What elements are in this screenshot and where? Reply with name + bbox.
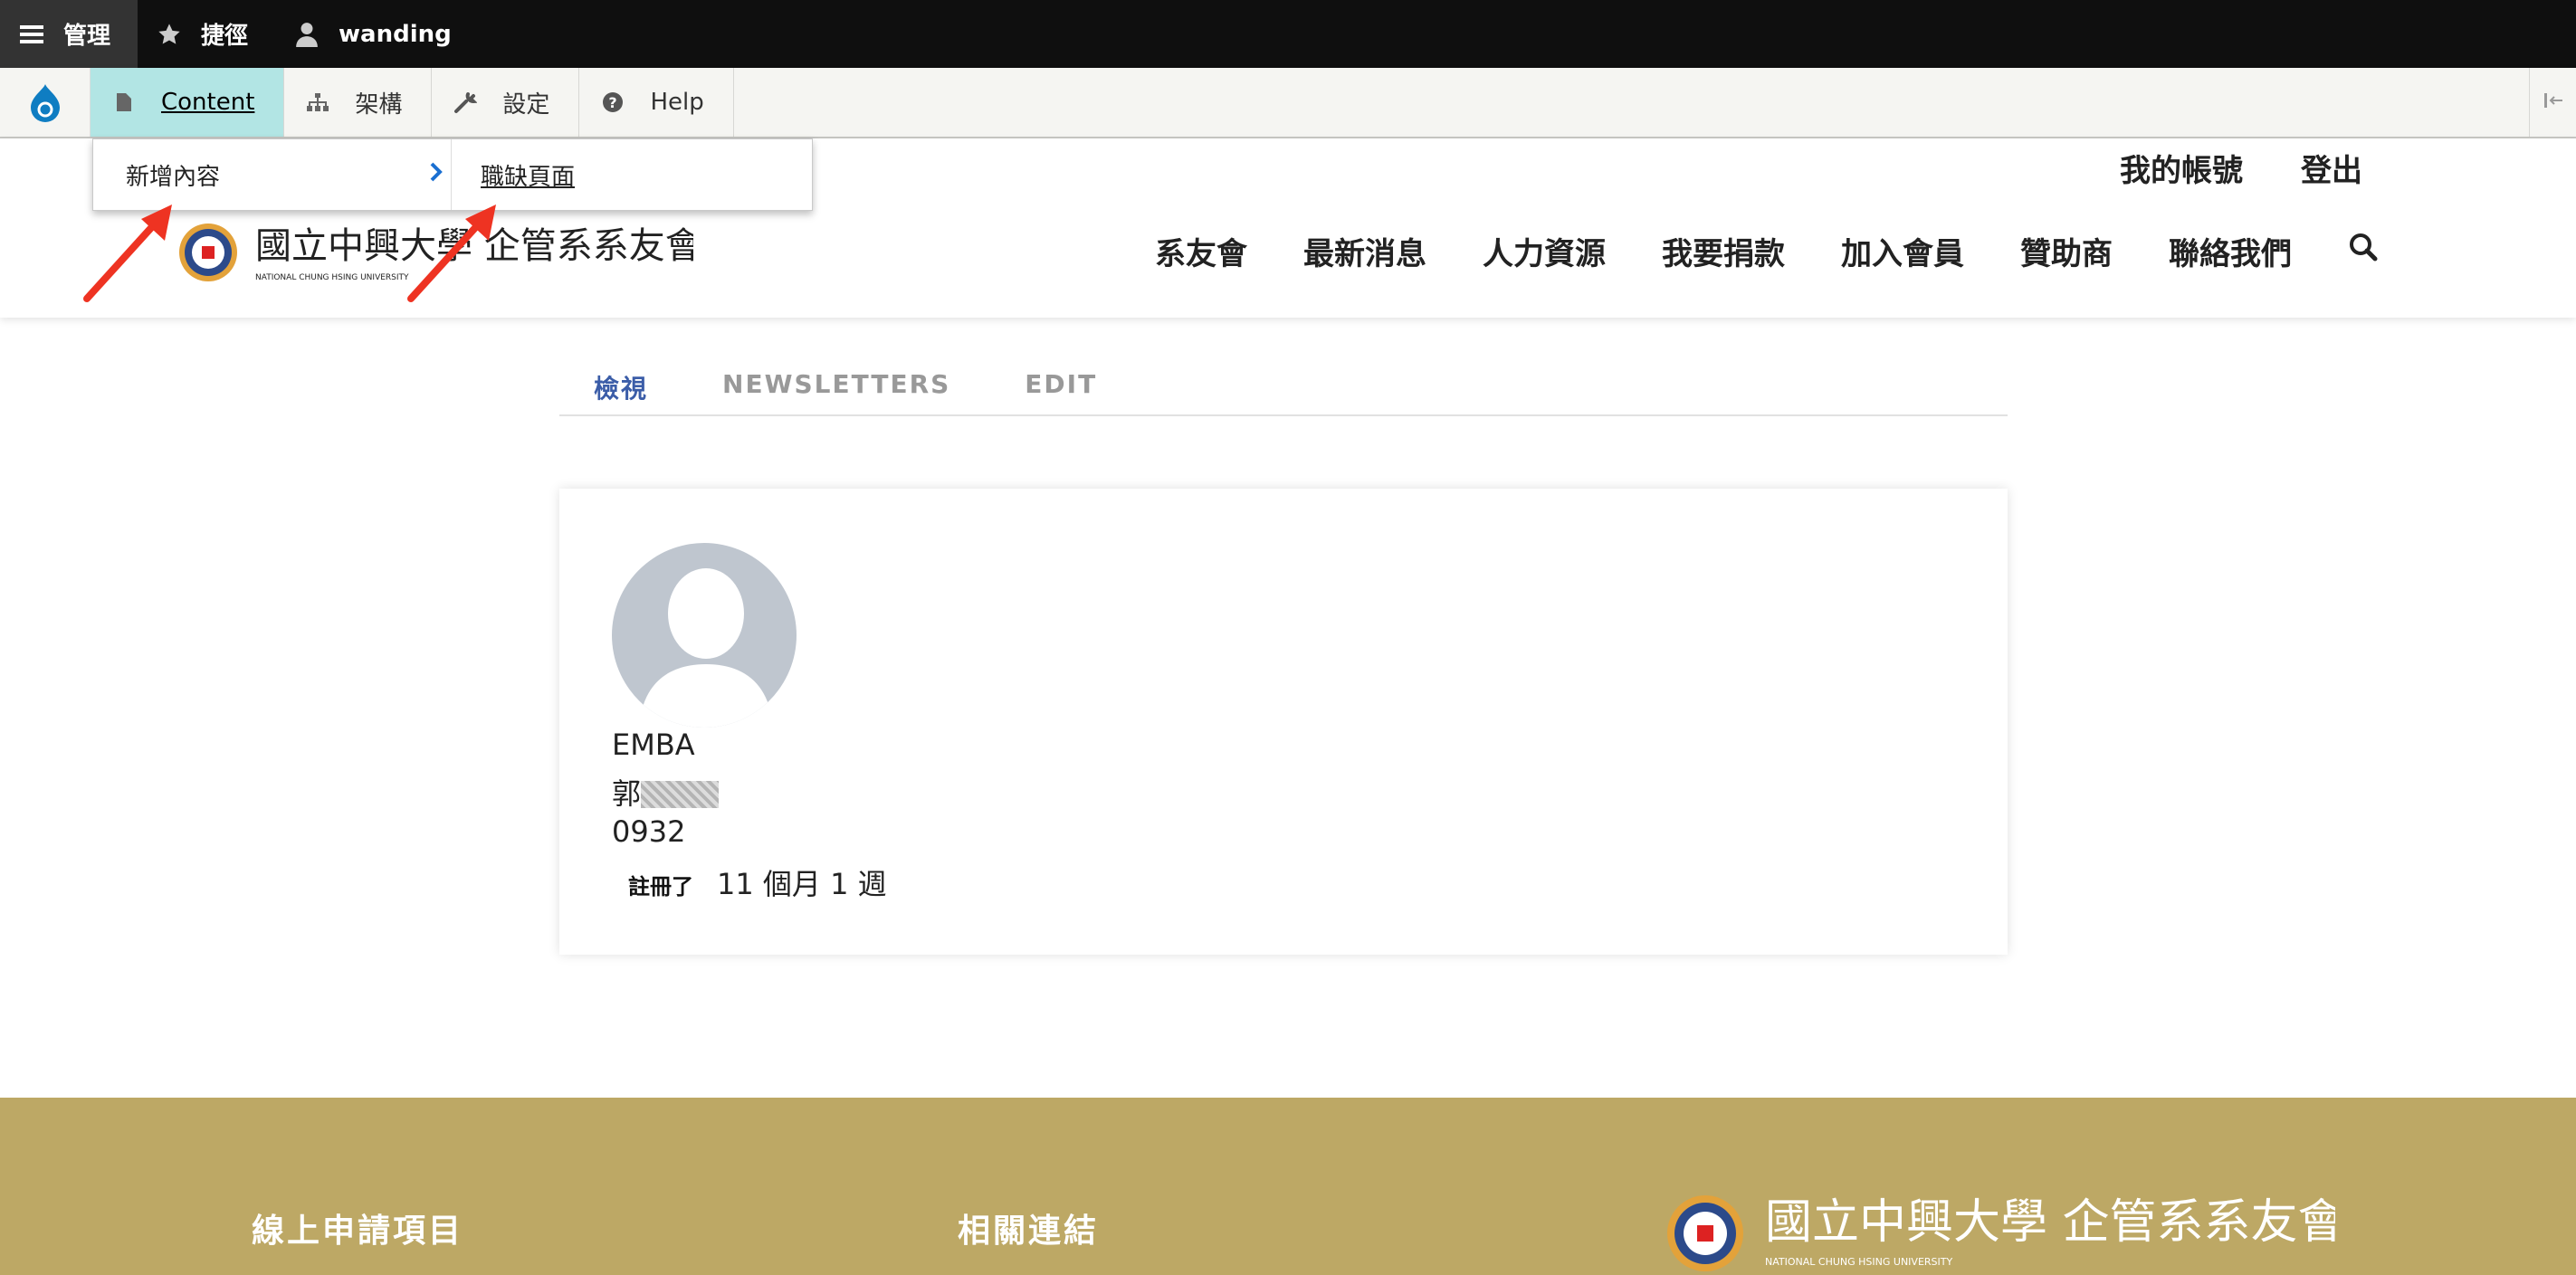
nav-item-alumni[interactable]: 系友會 [1155,229,1247,273]
svg-text:?: ? [609,94,617,111]
tray-item-help[interactable]: ? Help [579,68,734,137]
annotation-arrow-icon [407,205,496,302]
footer-logo[interactable]: 國立中興大學 企管系系友會 NATIONAL CHUNG HSING UNIVE… [1665,1184,2345,1274]
star-icon [154,19,185,50]
tray-item-label: 架構 [355,90,403,119]
admin-tray: Content 架構 設定 ? Help [0,68,2576,138]
manage-menu-button[interactable]: 管理 [0,0,138,68]
profile-card: EMBA 郭 0932 註冊了 11 個月 1 週 [559,489,2008,955]
avatar [612,543,797,728]
add-content-label: 新增內容 [126,163,221,191]
wrench-icon [452,89,479,116]
manage-label: 管理 [63,23,111,50]
member-for-value: 11 個月 1 週 [717,867,887,901]
chevron-right-icon [429,161,444,189]
nav-item-news[interactable]: 最新消息 [1303,229,1426,273]
shortcuts-label: 捷徑 [201,23,249,50]
user-menu-button[interactable]: wanding [275,0,479,68]
footer-logo-subtext: NATIONAL CHUNG HSING UNIVERSITY [1765,1256,1952,1268]
admin-toolbar: 管理 捷徑 wanding [0,0,2576,68]
username-label: wanding [339,20,452,48]
tray-item-settings[interactable]: 設定 [432,68,580,137]
program-text: EMBA [612,728,695,762]
nav-item-join[interactable]: 加入會員 [1841,229,1964,273]
phone-text: 0932 [612,814,686,849]
tray-item-structure[interactable]: 架構 [284,68,433,137]
my-account-link[interactable]: 我的帳號 [2120,146,2243,190]
drupal-logo-icon[interactable] [0,68,91,137]
logo-subtext: NATIONAL CHUNG HSING UNIVERSITY [255,273,409,282]
annotation-arrow-icon [83,205,172,302]
tray-item-label: Help [650,89,704,116]
surname-text: 郭 [612,776,642,811]
user-icon [291,19,322,50]
file-icon [110,89,138,116]
site-footer: 線上申請項目 相關連結 國立中興大學 企管系系友會 NATIONAL CHUNG… [0,1098,2576,1275]
footer-logo-text: 國立中興大學 企管系系友會 [1765,1195,2335,1250]
tray-item-label: Content [161,89,255,116]
nav-item-contact[interactable]: 聯絡我們 [2169,229,2292,273]
tray-orientation-toggle[interactable] [2529,68,2576,137]
name-row: 郭 [612,771,720,813]
tray-item-content[interactable]: Content [91,68,285,137]
hamburger-icon [16,19,47,50]
help-icon: ? [599,89,626,116]
nav-item-sponsors[interactable]: 贊助商 [2020,229,2113,273]
footer-links-heading: 相關連結 [958,1213,1100,1250]
footer-apply-heading: 線上申請項目 [252,1213,464,1250]
member-for: 註冊了 11 個月 1 週 [628,861,887,903]
nav-item-donate[interactable]: 我要捐款 [1662,229,1785,273]
search-icon[interactable] [2348,232,2379,271]
tray-item-label: 設定 [502,90,550,119]
orientation-icon [2543,91,2564,113]
tab-edit[interactable]: EDIT [1025,369,1097,414]
logout-link[interactable]: 登出 [2301,146,2362,190]
member-for-label: 註冊了 [628,874,693,899]
tab-newsletters[interactable]: NEWSLETTERS [722,369,950,414]
main-navigation: 系友會 最新消息 人力資源 我要捐款 加入會員 贊助商 聯絡我們 [1155,229,2379,273]
shortcuts-button[interactable]: 捷徑 [138,0,275,68]
sitemap-icon [304,89,331,116]
profile-tabs: 檢視 NEWSLETTERS EDIT [559,369,2008,416]
tab-view[interactable]: 檢視 [594,369,648,414]
redacted-name [641,781,720,808]
nav-item-hr[interactable]: 人力資源 [1483,229,1606,273]
account-links: 我的帳號 登出 [2120,146,2362,190]
